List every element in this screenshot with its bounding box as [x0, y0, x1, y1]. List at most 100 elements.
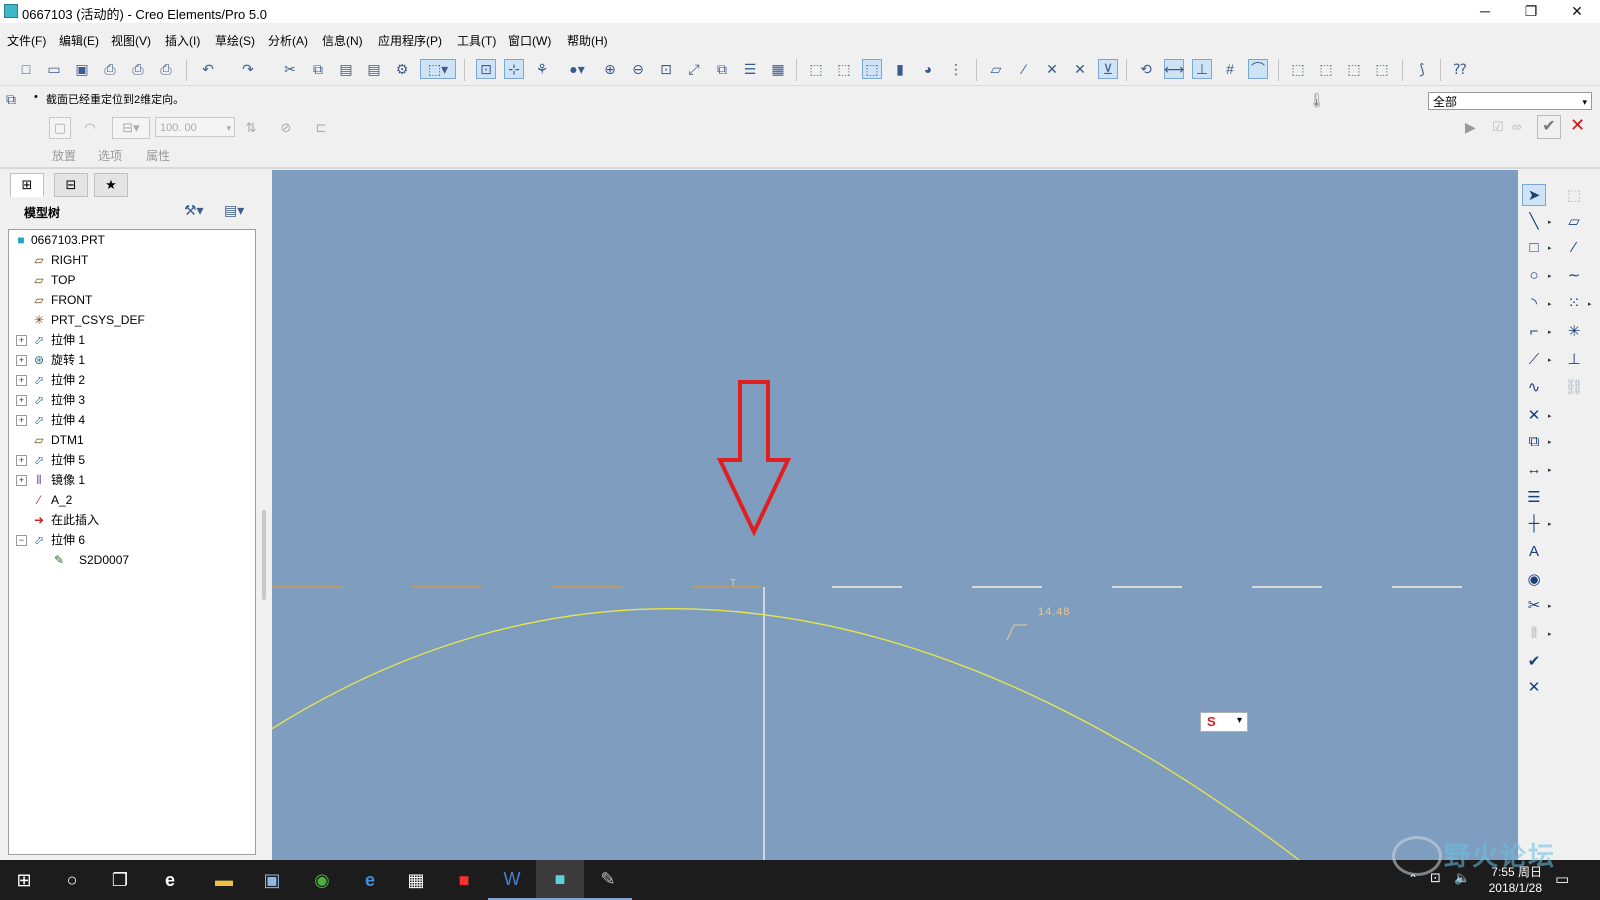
options-tab[interactable]: 选项	[98, 147, 122, 164]
menu-applications[interactable]: 应用程序(P)	[378, 32, 442, 49]
print-preview-icon[interactable]: ⎙	[128, 59, 148, 79]
graphics-window[interactable]: T 14.48 S ▾	[272, 170, 1518, 860]
menu-sketch[interactable]: 草绘(S)	[215, 32, 255, 49]
save-icon[interactable]: ▣	[72, 59, 92, 79]
preview-glasses-icon[interactable]: ∞	[1512, 119, 1521, 134]
depth-value-input[interactable]: 100. 00 ▾	[155, 117, 235, 137]
analysis-icon[interactable]: ⊥	[1562, 348, 1586, 370]
regenerate-icon[interactable]: ⚙	[392, 59, 412, 79]
selection-filter-dropdown[interactable]: 全部 ▾	[1428, 92, 1592, 110]
snap-popup[interactable]: S ▾	[1200, 712, 1248, 732]
browser-360-icon[interactable]: ◉	[298, 860, 346, 900]
enhanced-realism-icon[interactable]: ◕	[918, 59, 938, 79]
close-button[interactable]: ✕	[1554, 0, 1600, 23]
cancel-x-icon[interactable]: ✕	[1570, 115, 1585, 136]
cut-icon[interactable]: ✂	[280, 59, 300, 79]
axis-display-icon[interactable]: ⁄	[1014, 59, 1034, 79]
select-arrow-icon[interactable]: ➤	[1522, 184, 1546, 206]
annotation-display-icon[interactable]: ⊻	[1098, 59, 1118, 79]
solid-toggle-icon[interactable]: ▢	[49, 117, 71, 139]
quit-sketch-icon[interactable]: ✕	[1522, 676, 1546, 698]
snap-dropdown-icon[interactable]: ▾	[1237, 715, 1242, 726]
spline-icon[interactable]: ∿	[1522, 376, 1546, 398]
file-explorer-icon[interactable]: ▬	[200, 860, 248, 900]
flip-direction-icon[interactable]: ⇅	[240, 117, 262, 139]
task-view-icon[interactable]: ❐	[96, 860, 144, 900]
surface-toggle-icon[interactable]: ◠	[79, 117, 101, 139]
shading-icon[interactable]: ▮	[890, 59, 910, 79]
menu-edit[interactable]: 编辑(E)	[59, 32, 99, 49]
wireframe-icon[interactable]: ⬚	[806, 59, 826, 79]
rectangle-icon[interactable]: □	[1522, 236, 1546, 258]
confirm-check-icon[interactable]: ✔	[1537, 115, 1561, 139]
chain-icon[interactable]: ⛓	[1562, 376, 1586, 398]
point-icon[interactable]: ✕	[1522, 404, 1546, 426]
layers-icon[interactable]: ☰	[740, 59, 760, 79]
view-manager-icon[interactable]: ⚘	[532, 59, 552, 79]
chamfer-icon[interactable]: ⟋	[1522, 348, 1546, 370]
line-icon[interactable]: ╲	[1522, 210, 1546, 232]
search-circle-icon[interactable]: ○	[48, 860, 96, 900]
appearance-icon[interactable]: ●▾	[560, 59, 594, 79]
saved-views-icon[interactable]: ⧉	[712, 59, 732, 79]
zoom-out-icon[interactable]: ⊖	[628, 59, 648, 79]
properties-tab[interactable]: 属性	[146, 147, 170, 164]
constraint-display-icon[interactable]: ⊥	[1192, 59, 1212, 79]
dimension-icon[interactable]: ↔	[1522, 458, 1546, 480]
arc-icon[interactable]: ◝	[1522, 292, 1546, 314]
folder-browser-tab-icon[interactable]: ⊟	[54, 173, 88, 197]
menu-file[interactable]: 文件(F)	[7, 32, 46, 49]
constraint-icon[interactable]: ┼	[1522, 512, 1546, 534]
thicken-icon[interactable]: ⊏	[310, 117, 332, 139]
paint-icon[interactable]: ✎	[584, 860, 632, 900]
app-window-icon[interactable]: ▣	[248, 860, 296, 900]
print-icon[interactable]: ⎙	[100, 59, 120, 79]
datum-csys-icon[interactable]: ✳	[1562, 320, 1586, 342]
menu-insert[interactable]: 插入(I)	[165, 32, 200, 49]
done-check-icon[interactable]: ✔	[1522, 650, 1546, 672]
no-hidden-icon[interactable]: ⬚	[862, 59, 882, 79]
spin-center-icon[interactable]: ⋮	[946, 59, 966, 79]
tree-columns-icon[interactable]: ▤▾	[224, 202, 244, 219]
dim-display-icon[interactable]: ⟷	[1164, 59, 1184, 79]
hidden-line-icon[interactable]: ⬚	[834, 59, 854, 79]
edge-browser-icon[interactable]: e	[346, 860, 394, 900]
tangent-constraint-marker[interactable]: T	[730, 578, 736, 589]
depth-option-icon[interactable]: ⊟▾	[112, 117, 150, 139]
calculator-icon[interactable]: ▦	[392, 860, 440, 900]
reorient-icon[interactable]: ⤢	[684, 59, 704, 79]
placement-tab[interactable]: 放置	[52, 147, 76, 164]
zoom-in-icon[interactable]: ⊕	[600, 59, 620, 79]
ribbon-icon[interactable]: ⟆	[1412, 59, 1432, 79]
paste-icon[interactable]: ▤	[336, 59, 356, 79]
minimize-button[interactable]: ─	[1462, 0, 1508, 23]
datum-axis-sketch-icon[interactable]: ⁄	[1562, 236, 1586, 258]
selection-filter-icon[interactable]: ⬚▾	[420, 59, 456, 79]
modify-icon[interactable]: ☰	[1522, 486, 1546, 508]
overlap-geometry-icon[interactable]: ⬚	[1344, 59, 1364, 79]
menu-window[interactable]: 窗口(W)	[508, 32, 551, 49]
menu-info[interactable]: 信息(N)	[322, 32, 363, 49]
menu-view[interactable]: 视图(V)	[111, 32, 151, 49]
menu-help[interactable]: 帮助(H)	[567, 32, 608, 49]
message-log-icon[interactable]: ⧉	[6, 91, 22, 107]
highlight-open-icon[interactable]: ⬚	[1316, 59, 1336, 79]
feature-requirements-icon[interactable]: ⬚	[1372, 59, 1392, 79]
new-file-icon[interactable]: □	[16, 59, 36, 79]
sketch-setup-icon[interactable]: ⬚	[1562, 184, 1586, 206]
datum-point-icon[interactable]: ⁙	[1562, 292, 1586, 314]
pause-icon[interactable]: ▶	[1465, 119, 1476, 136]
csys-display-icon[interactable]: ✕	[1070, 59, 1090, 79]
restore-button[interactable]: ❐	[1508, 0, 1554, 23]
creo-taskbar-icon[interactable]: ■	[536, 860, 584, 900]
circle-icon[interactable]: ○	[1522, 264, 1546, 286]
panel-splitter[interactable]	[262, 510, 266, 600]
vertex-display-icon[interactable]: ⌒	[1248, 59, 1268, 79]
preview-check-icon[interactable]: ☑	[1492, 119, 1504, 135]
tree-settings-icon[interactable]: ⚒▾	[184, 202, 204, 219]
paste-special-icon[interactable]: ▤	[364, 59, 384, 79]
context-help-icon[interactable]: ⁇	[1450, 59, 1470, 79]
layer-tree-icon[interactable]: ▦	[768, 59, 788, 79]
point-display-icon[interactable]: ✕	[1042, 59, 1062, 79]
model-tree-tab-icon[interactable]: ⊞	[10, 173, 44, 197]
